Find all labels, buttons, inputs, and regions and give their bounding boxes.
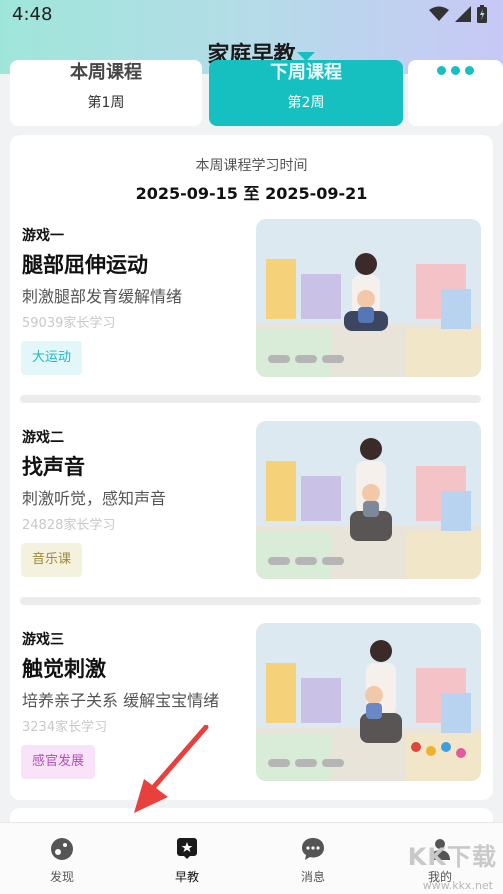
watermark-url: www.kkx.net <box>422 879 493 892</box>
game-thumbnail[interactable] <box>256 623 481 781</box>
week-tab-title: 本周课程 <box>70 62 142 83</box>
message-icon <box>302 838 324 860</box>
watermark: KK下载 <box>407 843 497 871</box>
game-number: 游戏二 <box>22 430 64 446</box>
nav-label: 消息 <box>300 870 325 884</box>
game-description: 刺激腿部发育缓解情绪 <box>22 287 183 306</box>
game-number: 游戏一 <box>22 228 64 244</box>
game-description: 刺激听觉，感知声音 <box>22 489 167 508</box>
status-icons <box>429 5 487 23</box>
week-tab-sub: 第1周 <box>87 95 125 111</box>
tab-this-week[interactable]: 本周课程 第1周 <box>10 60 202 126</box>
game-name: 触觉刺激 <box>22 657 106 681</box>
game-item[interactable]: 游戏一 腿部屈伸运动 刺激腿部发育缓解情绪 59039家长学习 大运动 <box>10 219 493 379</box>
early-education-icon <box>177 838 197 859</box>
week-tab-title: 下周课程 <box>270 62 342 83</box>
learner-count: 24828家长学习 <box>22 518 116 533</box>
category-tag[interactable]: 大运动 <box>21 341 83 375</box>
nav-label: 发现 <box>49 870 74 884</box>
week-tabs: 本周课程 第1周 下周课程 第2周 <box>10 60 503 126</box>
wifi-icon <box>429 6 449 21</box>
course-card: 本周课程学习时间 2025-09-15 至 2025-09-21 游戏一 腿部屈… <box>10 135 493 800</box>
nav-item-messages[interactable]: 消息 <box>263 823 363 894</box>
tab-next-week[interactable]: 下周课程 第2周 <box>209 60 403 126</box>
nav-item-discover[interactable]: 发现 <box>12 823 112 894</box>
game-thumbnail[interactable] <box>256 421 481 579</box>
bottom-navigation: 发现 早教 消息 我的 KK下载 www.kkx.net <box>0 822 503 894</box>
battery-icon <box>477 5 487 23</box>
divider <box>20 395 481 403</box>
study-time-caption: 本周课程学习时间 <box>195 158 308 174</box>
category-tag[interactable]: 感官发展 <box>21 745 96 779</box>
signal-icon <box>455 6 471 22</box>
learner-count: 3234家长学习 <box>22 720 108 735</box>
game-item[interactable]: 游戏三 触觉刺激 培养亲子关系 缓解宝宝情绪 3234家长学习 感官发展 <box>10 623 493 783</box>
more-weeks-button[interactable] <box>408 60 503 126</box>
annotation-arrow-icon <box>134 725 209 813</box>
study-date-range: 2025-09-15 至 2025-09-21 <box>135 184 368 203</box>
more-dots-icon <box>408 66 503 75</box>
game-name: 找声音 <box>22 455 85 479</box>
week-tab-sub: 第2周 <box>287 95 325 111</box>
divider <box>20 597 481 605</box>
nav-label: 早教 <box>174 870 199 884</box>
status-time: 4:48 <box>12 4 53 25</box>
game-description: 培养亲子关系 缓解宝宝情绪 <box>22 691 220 710</box>
game-name: 腿部屈伸运动 <box>22 253 148 277</box>
category-tag[interactable]: 音乐课 <box>21 543 83 577</box>
nav-item-early-education[interactable]: 早教 <box>137 823 237 894</box>
learner-count: 59039家长学习 <box>22 316 116 331</box>
game-thumbnail[interactable] <box>256 219 481 377</box>
game-item[interactable]: 游戏二 找声音 刺激听觉，感知声音 24828家长学习 音乐课 <box>10 421 493 581</box>
discover-icon <box>51 838 73 860</box>
active-tab-pointer <box>297 52 315 61</box>
game-number: 游戏三 <box>22 632 64 648</box>
